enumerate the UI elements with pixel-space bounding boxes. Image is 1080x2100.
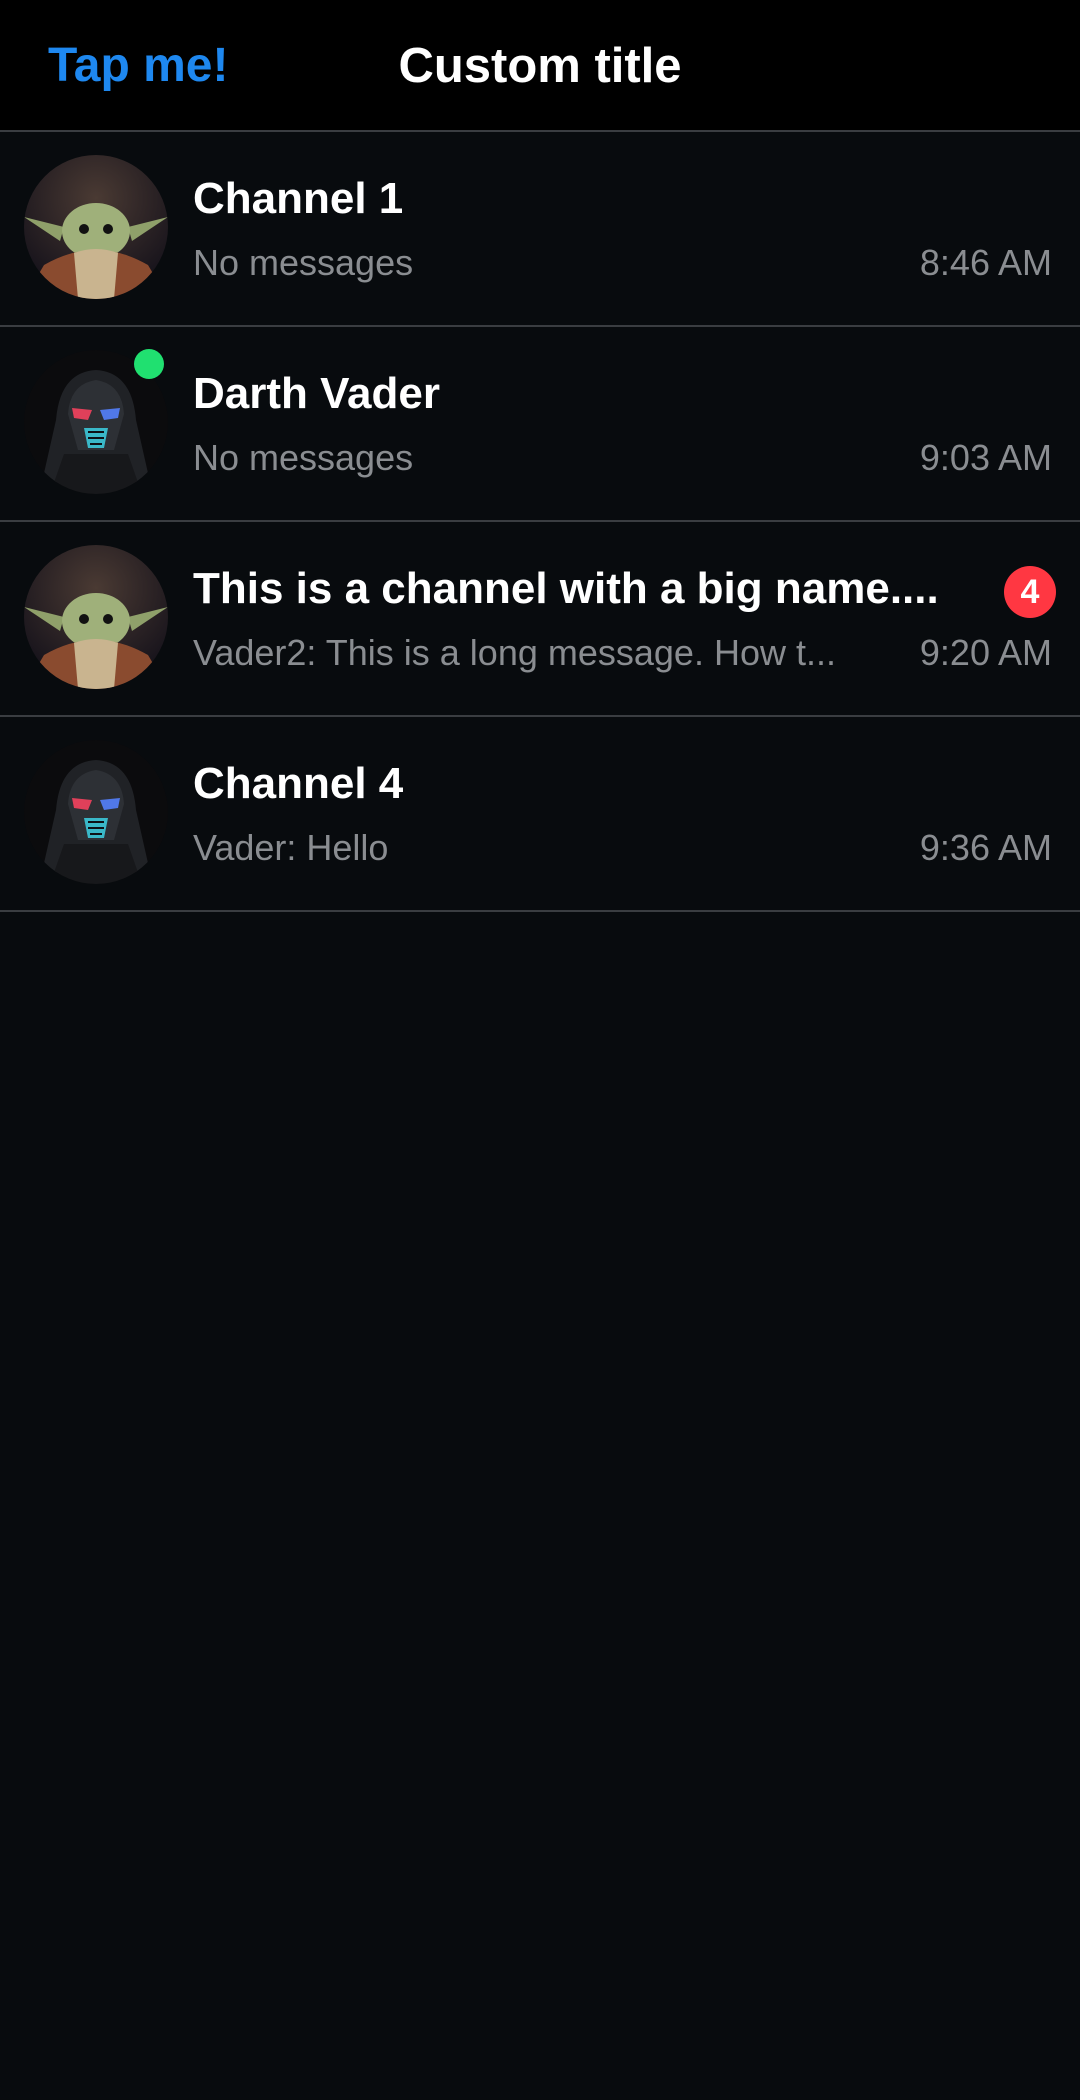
last-message-preview: No messages <box>193 437 414 478</box>
channel-name: Channel 4 <box>193 759 404 808</box>
page-title: Custom title <box>398 39 682 93</box>
channel-name: Channel 1 <box>193 174 404 223</box>
unread-count-badge: 4 <box>1004 566 1056 618</box>
timestamp: 9:03 AM <box>919 437 1052 478</box>
last-message-preview: Vader: Hello <box>193 827 389 868</box>
channel-name: This is a channel with a big name.... <box>193 564 939 613</box>
timestamp: 9:20 AM <box>919 632 1052 673</box>
channel-list-item[interactable]: Channel 4 Vader: Hello 9:36 AM <box>0 717 1080 912</box>
timestamp: 9:36 AM <box>919 827 1052 868</box>
navigation-bar: Tap me! Custom title <box>0 0 1080 132</box>
online-indicator <box>134 349 164 379</box>
last-message-preview: No messages <box>193 242 414 283</box>
channel-list-item[interactable]: This is a channel with a big name.... 4 … <box>0 522 1080 717</box>
last-message-preview: Vader2: This is a long message. How t... <box>193 632 836 673</box>
channel-list-item[interactable]: Darth Vader No messages 9:03 AM <box>0 327 1080 522</box>
grogu-avatar-icon <box>24 545 168 689</box>
channel-name: Darth Vader <box>193 369 440 418</box>
vader-avatar-icon <box>24 740 168 884</box>
channel-list: Channel 1 No messages 8:46 AM Darth Vade… <box>0 132 1080 912</box>
grogu-avatar-icon <box>24 155 168 299</box>
channel-list-item[interactable]: Channel 1 No messages 8:46 AM <box>0 132 1080 327</box>
timestamp: 8:46 AM <box>919 242 1052 283</box>
